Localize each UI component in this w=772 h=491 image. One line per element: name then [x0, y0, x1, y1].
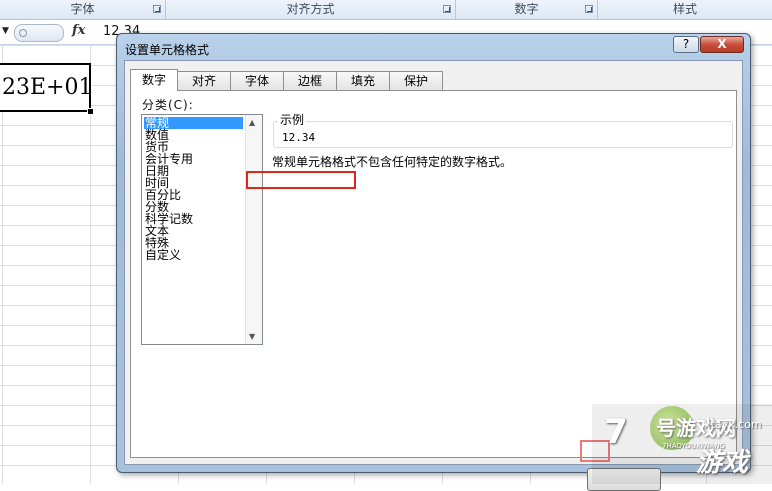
active-cell[interactable]: 23E+01 — [0, 63, 91, 112]
help-button[interactable]: ? — [673, 36, 699, 53]
sample-groupbox — [273, 121, 733, 148]
watermark-game: 游戏 — [696, 448, 749, 478]
ribbon-group-alignment: 对齐方式 — [166, 0, 456, 19]
ribbon-group-label: 样式 — [672, 2, 697, 16]
category-label: 分类(C): — [142, 98, 194, 112]
watermark: 7 号游戏网 xtayx.com 7HAOYOUXIWANG 游戏 — [592, 404, 772, 484]
dialog-launcher-icon[interactable] — [585, 5, 593, 13]
watermark-number: 7 — [604, 412, 628, 452]
sample-label: 示例 — [278, 111, 307, 128]
category-item-custom[interactable]: 自定义 — [144, 249, 245, 261]
namebox-dropdown-icon[interactable]: ▼ — [2, 26, 9, 36]
ribbon-group-number: 数字 — [456, 0, 598, 19]
tab-alignment[interactable]: 对齐 — [177, 71, 231, 90]
tab-number[interactable]: 数字 — [130, 69, 178, 91]
ribbon-group-label: 字体 — [70, 2, 95, 16]
watermark-site: xtayx.com — [704, 418, 762, 431]
tab-fill[interactable]: 填充 — [336, 71, 390, 90]
fx-icon[interactable]: fx — [72, 23, 85, 38]
close-button[interactable]: X — [700, 36, 744, 53]
sample-value: 12.34 — [282, 131, 316, 144]
scroll-down-icon[interactable]: ▼ — [249, 332, 255, 341]
ribbon-group-styles: 样式 — [598, 0, 772, 19]
category-scrollbar[interactable]: ▲ ▼ — [245, 115, 262, 344]
dialog-launcher-icon[interactable] — [153, 5, 161, 13]
category-listbox[interactable]: 常规 数值 货币 会计专用 日期 时间 百分比 分数 科学记数 文本 特殊 自定… — [141, 114, 263, 345]
formula-insert-button[interactable] — [14, 24, 64, 42]
dialog-launcher-icon[interactable] — [443, 5, 451, 13]
tab-font[interactable]: 字体 — [230, 71, 284, 90]
fill-handle[interactable] — [87, 108, 94, 115]
format-description: 常规单元格格式不包含任何特定的数字格式。 — [272, 155, 513, 169]
tab-border[interactable]: 边框 — [283, 71, 337, 90]
ribbon-group-label: 数字 — [514, 2, 539, 16]
ribbon-group-bar: 字体 对齐方式 数字 样式 — [0, 0, 772, 20]
scroll-up-icon[interactable]: ▲ — [249, 118, 255, 127]
tab-protection[interactable]: 保护 — [389, 71, 443, 90]
dialog-title: 设置单元格格式 — [125, 43, 210, 57]
ribbon-group-font: 字体 — [0, 0, 166, 19]
ribbon-group-label: 对齐方式 — [286, 2, 335, 16]
